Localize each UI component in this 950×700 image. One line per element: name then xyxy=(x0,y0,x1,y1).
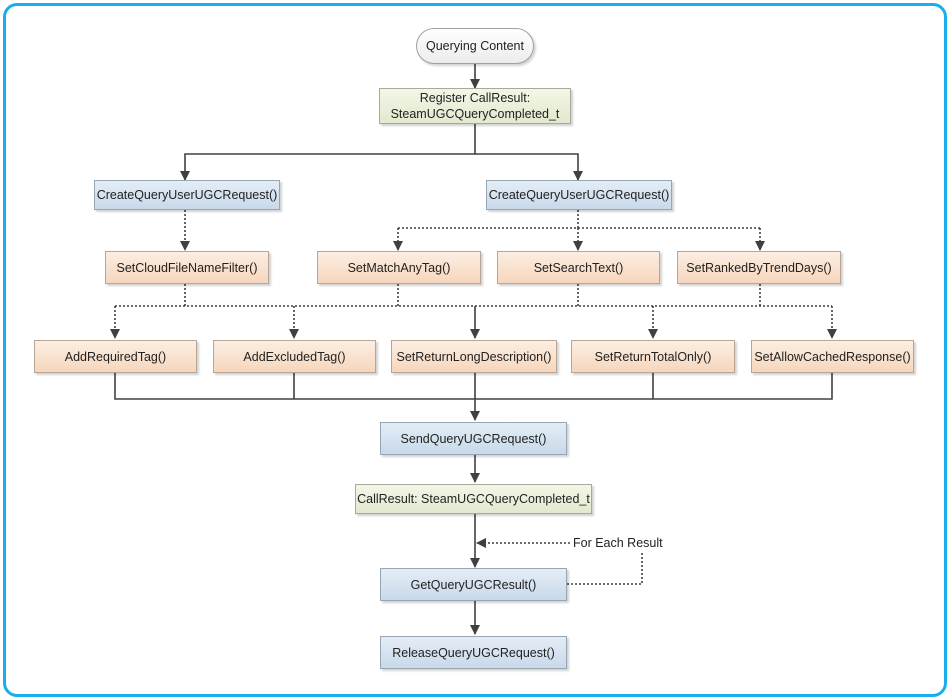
set-ranked-by-trend-days-node: SetRankedByTrendDays() xyxy=(677,251,841,284)
start-terminal: Querying Content xyxy=(416,28,534,64)
set-return-total-only-node: SetReturnTotalOnly() xyxy=(571,340,735,373)
set-allow-cached-response-node: SetAllowCachedResponse() xyxy=(751,340,914,373)
edge-create-right-setters xyxy=(398,210,760,229)
edge-bottom-bus xyxy=(114,373,833,400)
get-query-result-node: GetQueryUGCResult() xyxy=(380,568,567,601)
add-required-tag-node: AddRequiredTag() xyxy=(34,340,197,373)
edge-register-split xyxy=(180,124,476,181)
add-excluded-tag-node: AddExcludedTag() xyxy=(213,340,376,373)
release-query-request-node: ReleaseQueryUGCRequest() xyxy=(380,636,567,669)
set-cloud-filename-filter-node: SetCloudFileNameFilter() xyxy=(105,251,269,284)
set-return-long-description-node: SetReturnLongDescription() xyxy=(391,340,557,373)
create-query-left-node: CreateQueryUserUGCRequest() xyxy=(94,180,280,210)
create-query-right-node: CreateQueryUserUGCRequest() xyxy=(486,180,672,210)
edge-setters-bus xyxy=(115,284,832,307)
register-callresult-node: Register CallResult: SteamUGCQueryComple… xyxy=(379,88,571,124)
callresult-query-completed-node: CallResult: SteamUGCQueryCompleted_t xyxy=(355,484,592,514)
loop-label: For Each Result xyxy=(573,536,663,550)
set-match-any-tag-node: SetMatchAnyTag() xyxy=(317,251,481,284)
edge-loop xyxy=(567,552,643,585)
set-search-text-node: SetSearchText() xyxy=(497,251,660,284)
send-query-request-node: SendQueryUGCRequest() xyxy=(380,422,567,455)
edge-register-create-right xyxy=(475,153,583,181)
